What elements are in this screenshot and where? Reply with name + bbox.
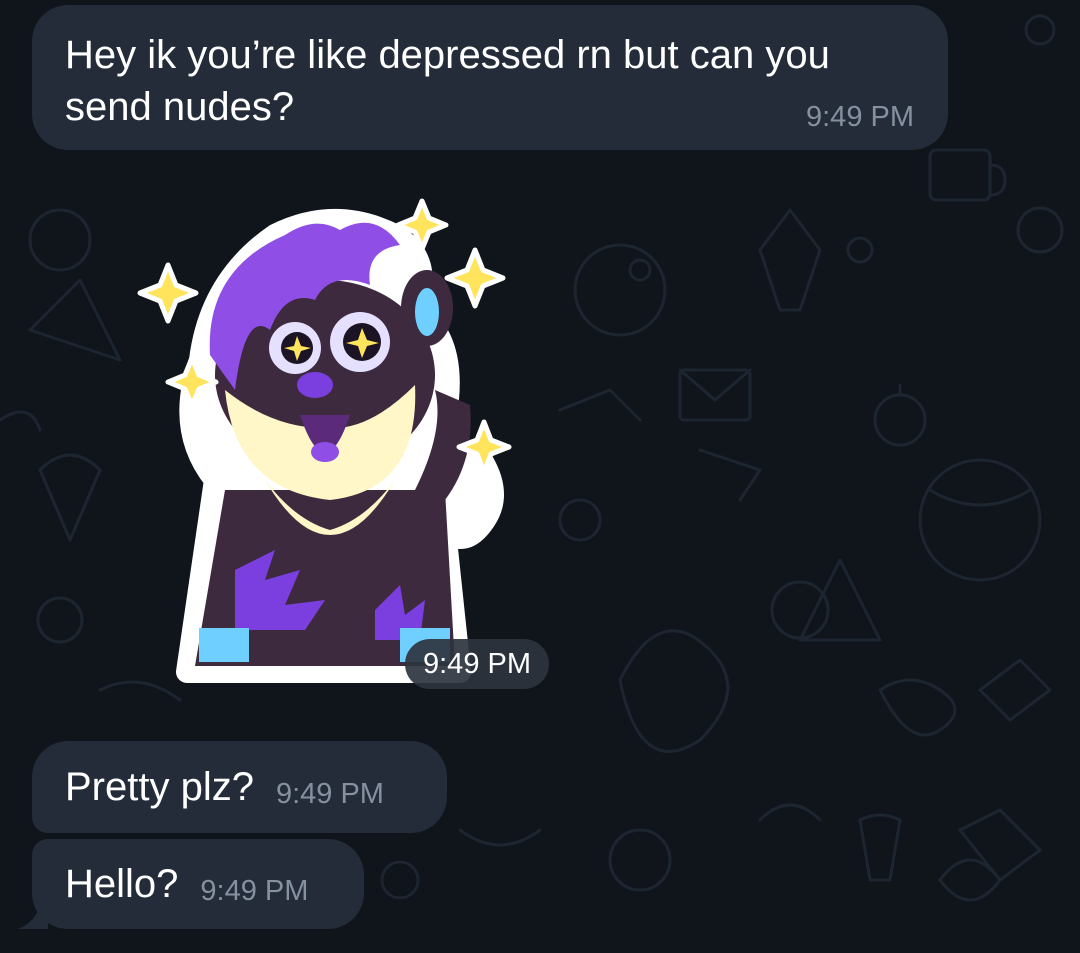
purple-furry-sticker-icon[interactable] [115, 190, 535, 690]
message-text: Hello? [65, 862, 179, 906]
message-time: 9:49 PM [275, 777, 384, 810]
message-bubble[interactable]: Pretty plz? 9:49 PM [32, 741, 447, 833]
message-text: Hey ik you’re like depressed rn but can … [65, 33, 830, 129]
message-text: Pretty plz? [65, 765, 254, 809]
sticker-time: 9:49 PM [405, 639, 549, 689]
message-bubble[interactable]: Hello? 9:49 PM [32, 839, 364, 929]
message-time: 9:49 PM [200, 874, 309, 907]
message-time: 9:49 PM [806, 101, 914, 133]
message-bubble[interactable]: Hey ik you’re like depressed rn but can … [32, 5, 948, 150]
